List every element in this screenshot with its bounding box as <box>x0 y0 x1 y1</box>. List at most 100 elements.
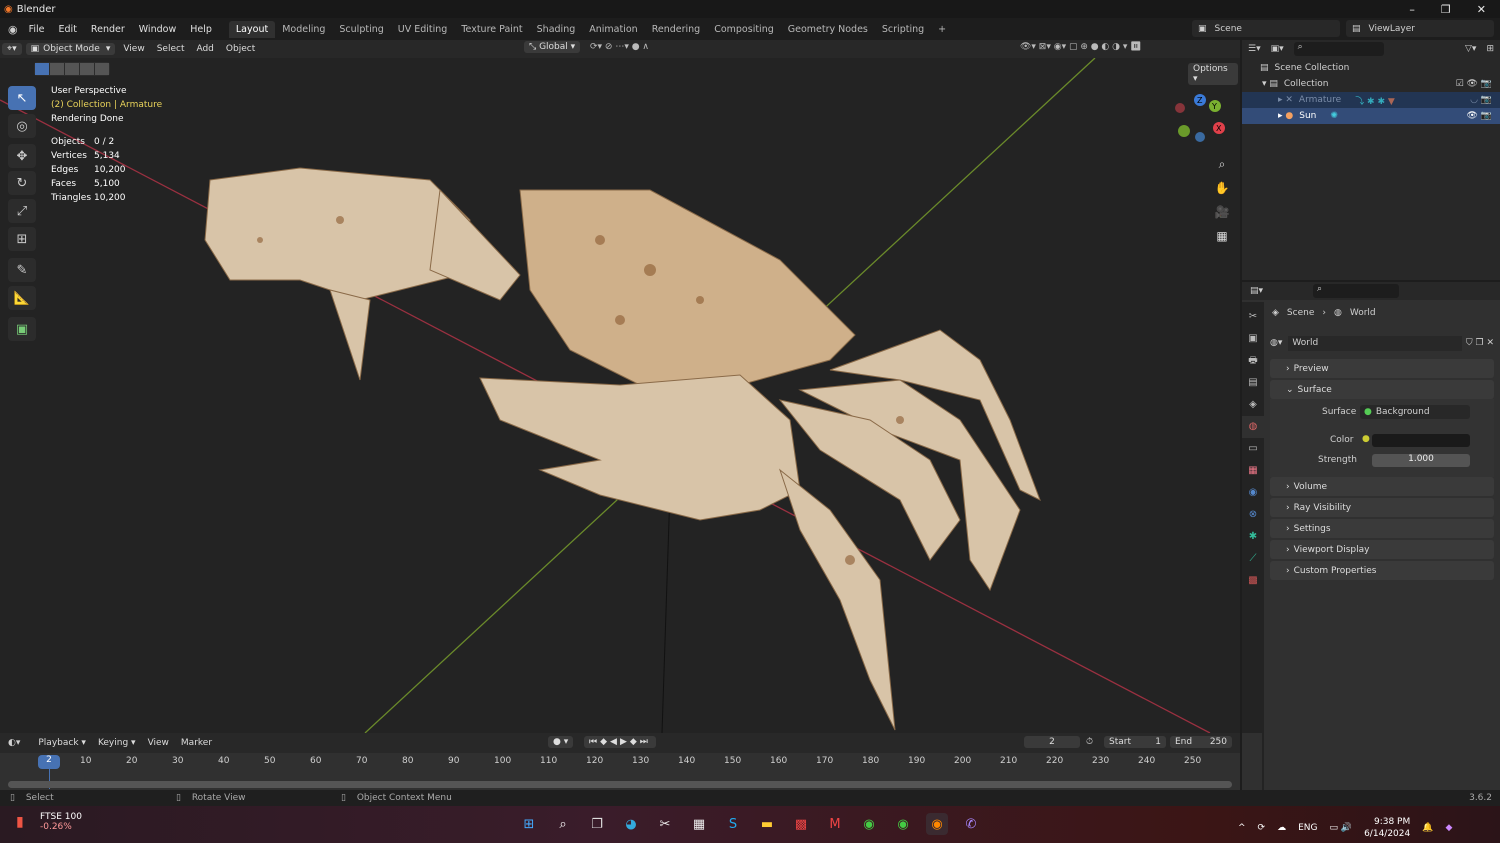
filter-icon[interactable]: ▽▾ <box>1465 44 1476 54</box>
camera-view-icon[interactable]: 🎥 <box>1213 200 1231 224</box>
outliner-item-armature[interactable]: ▸ ✕ Armature ⤵ ✱ ✱ ▼ ◡ 📷 <box>1242 92 1500 108</box>
output-tab-icon[interactable]: 🖶 <box>1242 350 1264 372</box>
transform-orientation-dropdown[interactable]: ⤡ Global ▾ <box>524 41 581 53</box>
snipping-tool-icon[interactable]: ✂ <box>654 813 676 835</box>
file-explorer-icon[interactable]: ▬ <box>756 813 778 835</box>
annotate-tool[interactable]: ✎ <box>8 258 36 282</box>
menu-view[interactable]: View <box>117 44 150 54</box>
new-collection-icon[interactable]: ⊞ <box>1486 44 1494 54</box>
move-tool[interactable]: ✥ <box>8 144 36 168</box>
outliner-item-sun[interactable]: ▸ ● Sun ✺ 👁 📷 <box>1242 108 1500 124</box>
outliner-scene-collection[interactable]: ▤ Scene Collection <box>1242 60 1500 76</box>
current-frame-field[interactable]: 2 <box>1024 736 1080 748</box>
scene-selector[interactable]: ▣ Scene <box>1192 20 1340 37</box>
panel-viewport-display[interactable]: › Viewport Display <box>1270 540 1494 559</box>
tab-uv-editing[interactable]: UV Editing <box>391 21 455 38</box>
tab-geometry-nodes[interactable]: Geometry Nodes <box>781 21 875 38</box>
select-mode-buttons[interactable] <box>34 62 110 76</box>
world-selector[interactable]: ◍▾ World ⛉ ❐ ✕ <box>1270 335 1494 351</box>
object-tab-icon[interactable]: ▦ <box>1242 460 1264 482</box>
tab-modeling[interactable]: Modeling <box>275 21 332 38</box>
chrome-profile-icon[interactable]: ◉ <box>892 813 914 835</box>
onedrive-icon[interactable]: ☁ <box>1277 823 1286 833</box>
add-workspace-button[interactable]: + <box>931 21 953 38</box>
pan-hand-icon[interactable]: ✋ <box>1213 176 1231 200</box>
surface-shader-field[interactable]: ● Background <box>1360 405 1470 419</box>
panel-volume[interactable]: › Volume <box>1270 477 1494 496</box>
perspective-grid-icon[interactable]: ▦ <box>1213 224 1231 248</box>
modifier-tab-icon[interactable]: ◉ <box>1242 482 1264 504</box>
overlay-shading-icons[interactable]: 👁▾ ⊠▾ ◉▾ ▢ ⊕ ● ◐ ◑ ▾ ⏸ <box>1020 42 1142 52</box>
options-dropdown[interactable]: Options ▾ <box>1188 63 1238 85</box>
editor-type-icon[interactable]: ◐▾ <box>8 738 20 748</box>
playhead[interactable]: 2 <box>38 755 60 769</box>
menu-render[interactable]: Render <box>84 24 132 35</box>
properties-search-input[interactable]: ⌕ <box>1313 284 1400 298</box>
outliner-collection[interactable]: ▾ ▤ Collection ☑ 👁 📷 <box>1242 76 1500 92</box>
blender-taskbar-icon[interactable]: ◉ <box>926 813 948 835</box>
tab-animation[interactable]: Animation <box>582 21 644 38</box>
filter-view-icon[interactable]: ▣▾ <box>1271 44 1284 54</box>
menu-playback[interactable]: Playback ▾ <box>32 738 92 748</box>
app-icon[interactable]: ▩ <box>790 813 812 835</box>
select-box-tool[interactable]: ↖ <box>8 86 36 110</box>
viber-icon[interactable]: ✆ <box>960 813 982 835</box>
clock[interactable]: 9:38 PM 6/14/2024 <box>1364 816 1410 840</box>
start-frame-field[interactable]: Start 1 <box>1104 736 1166 748</box>
rotate-tool[interactable]: ↻ <box>8 171 36 195</box>
tab-compositing[interactable]: Compositing <box>707 21 781 38</box>
copilot-icon[interactable]: ◆ <box>1445 823 1452 833</box>
navigation-gizmo[interactable]: Z Y X <box>1170 90 1230 150</box>
scale-tool[interactable]: ⤢ <box>8 199 36 223</box>
panel-preview[interactable]: › Preview <box>1270 359 1494 378</box>
scene-tab-icon[interactable]: ◈ <box>1242 394 1264 416</box>
editor-type-button[interactable]: ⌖▾ <box>2 43 22 55</box>
cursor-tool[interactable]: ◎ <box>8 114 36 138</box>
network-volume-icon[interactable]: ▭ 🔊 <box>1330 823 1353 833</box>
outliner-search-input[interactable]: ⌕ <box>1293 42 1384 56</box>
data-tab-icon[interactable]: ⟋ <box>1242 548 1264 570</box>
world-tab-icon[interactable]: ◍ <box>1242 416 1264 438</box>
tab-layout[interactable]: Layout <box>228 20 276 38</box>
tab-sculpting[interactable]: Sculpting <box>332 21 390 38</box>
skype-icon[interactable]: S <box>722 813 744 835</box>
stopwatch-icon[interactable]: ⏱ <box>1086 737 1093 747</box>
end-frame-field[interactable]: End 250 <box>1170 736 1232 748</box>
render-tab-icon[interactable]: ▣ <box>1242 328 1264 350</box>
panel-surface[interactable]: ⌄ Surface <box>1270 380 1494 399</box>
editor-type-icon[interactable]: ▤▾ <box>1250 286 1263 296</box>
add-cube-tool[interactable]: ▣ <box>8 317 36 341</box>
menu-file[interactable]: File <box>22 24 52 35</box>
3d-viewport[interactable]: ⌖▾ ▣ Object Mode ▾ View Select Add Object … <box>0 40 1240 733</box>
tab-shading[interactable]: Shading <box>530 21 583 38</box>
tab-scripting[interactable]: Scripting <box>875 21 931 38</box>
zoom-icon[interactable]: ⌕ <box>1213 152 1231 176</box>
view-layer-tab-icon[interactable]: ▤ <box>1242 372 1264 394</box>
menu-window[interactable]: Window <box>132 24 183 35</box>
language-indicator[interactable]: ENG <box>1298 823 1317 833</box>
tray-app-icon[interactable]: ⟳ <box>1258 823 1266 833</box>
menu-object[interactable]: Object <box>220 44 261 54</box>
search-icon[interactable]: ⌕ <box>552 813 574 835</box>
view-layer-selector[interactable]: ▤ ViewLayer <box>1346 20 1494 37</box>
maximize-button[interactable]: ❐ <box>1441 3 1451 16</box>
menu-add[interactable]: Add <box>190 44 219 54</box>
tray-overflow-icon[interactable]: ^ <box>1238 823 1246 833</box>
timeline-scrollbar[interactable] <box>8 781 1232 788</box>
color-swatch[interactable] <box>1372 434 1470 447</box>
collection-tab-icon[interactable]: ▭ <box>1242 438 1264 460</box>
menu-edit[interactable]: Edit <box>52 24 84 35</box>
transform-tool[interactable]: ⊞ <box>8 227 36 251</box>
mail-app-icon[interactable]: M <box>824 813 846 835</box>
panel-settings[interactable]: › Settings <box>1270 519 1494 538</box>
chrome-icon[interactable]: ◉ <box>858 813 880 835</box>
store-icon[interactable]: ▦ <box>688 813 710 835</box>
close-button[interactable]: ✕ <box>1477 3 1486 16</box>
task-view-icon[interactable]: ❐ <box>586 813 608 835</box>
auto-keying-button[interactable]: ● ▾ <box>548 736 574 748</box>
measure-tool[interactable]: 📐 <box>8 286 36 310</box>
start-icon[interactable]: ⊞ <box>518 813 540 835</box>
color-socket-icon[interactable]: ● <box>1362 434 1370 444</box>
minimize-button[interactable]: – <box>1409 3 1415 16</box>
physics-tab-icon[interactable]: ✱ <box>1242 526 1264 548</box>
